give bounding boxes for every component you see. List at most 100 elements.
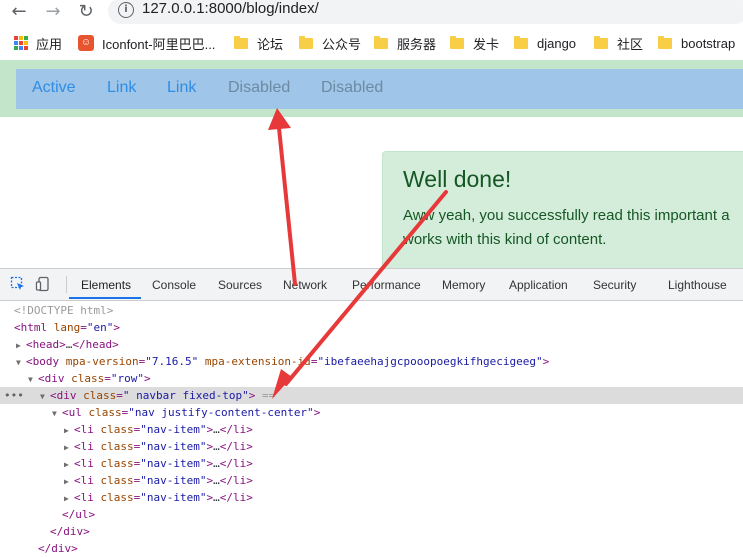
tab-lighthouse[interactable]: Lighthouse xyxy=(668,278,727,292)
bookmark-label: bootstrap xyxy=(681,35,736,51)
expand-triangle-icon[interactable]: ▶ xyxy=(16,337,26,354)
nav-item-link-1[interactable]: Link xyxy=(107,79,136,97)
dom-node-doctype[interactable]: <!DOCTYPE html> xyxy=(0,302,743,319)
bookmark-faka[interactable]: 发卡 xyxy=(450,34,499,52)
attr-value: "nav-item" xyxy=(140,474,207,487)
bookmark-gongzhonghao[interactable]: 公众号 xyxy=(299,34,361,52)
tag-end: </ul> xyxy=(62,508,96,521)
attr-name: class xyxy=(100,423,134,436)
dom-node-li[interactable]: ▶ <li class="nav-item">…</li> xyxy=(0,421,743,438)
dom-node-div-close[interactable]: </div> xyxy=(0,540,743,557)
bookmark-apps[interactable]: 应用 xyxy=(14,34,62,52)
nav-item-active[interactable]: Active xyxy=(32,79,76,97)
url-text[interactable]: 127.0.0.1:8000/blog/index/ xyxy=(142,0,319,17)
collapsed-ellipsis: … xyxy=(213,457,220,470)
dom-node-li[interactable]: ▶ <li class="nav-item">…</li> xyxy=(0,489,743,506)
dom-node-html[interactable]: <html lang="en"> xyxy=(0,319,743,336)
alert-text-line-1: Aww yeah, you successfully read this imp… xyxy=(403,207,730,224)
url-field[interactable]: i 127.0.0.1:8000/blog/index/ xyxy=(108,0,743,24)
dom-node-div-navbar[interactable]: ••• ▼ <div class=" navbar fixed-top"> == xyxy=(0,387,743,404)
dom-node-li[interactable]: ▶ <li class="nav-item">…</li> xyxy=(0,455,743,472)
expand-triangle-icon[interactable]: ▶ xyxy=(64,456,74,473)
collapse-triangle-icon[interactable]: ▼ xyxy=(52,405,62,422)
tab-performance[interactable]: Performance xyxy=(352,278,421,292)
tab-console[interactable]: Console xyxy=(152,278,196,292)
tag-close: > xyxy=(313,406,321,419)
back-icon[interactable]: ← xyxy=(8,1,30,23)
tab-memory[interactable]: Memory xyxy=(442,278,485,292)
attr-name: class xyxy=(83,389,117,402)
attr-name: class xyxy=(71,372,105,385)
tab-security[interactable]: Security xyxy=(593,278,636,292)
tag-name: <ul xyxy=(62,406,82,419)
nav-item-link-2[interactable]: Link xyxy=(167,79,196,97)
expand-triangle-icon[interactable]: ▶ xyxy=(64,439,74,456)
bookmark-bootstrap[interactable]: bootstrap xyxy=(658,34,735,52)
folder-icon xyxy=(299,35,313,49)
bookmark-luntan[interactable]: 论坛 xyxy=(234,34,283,52)
tag-name: <div xyxy=(38,372,65,385)
folder-icon xyxy=(658,35,672,49)
attr-name: class xyxy=(88,406,122,419)
tag-end: </div> xyxy=(50,525,90,538)
bookmark-iconfont[interactable]: ☺ Iconfont-阿里巴巴... xyxy=(78,34,215,52)
dom-node-div-row[interactable]: ▼ <div class="row"> xyxy=(0,370,743,387)
collapse-triangle-icon[interactable]: ▼ xyxy=(28,371,38,388)
dom-node-body[interactable]: ▼ <body mpa-version="7.16.5" mpa-extensio… xyxy=(0,353,743,370)
tag-end: </li> xyxy=(219,491,253,504)
inspect-element-icon[interactable] xyxy=(10,276,26,292)
tab-network[interactable]: Network xyxy=(283,278,327,292)
bookmark-shequ[interactable]: 社区 xyxy=(594,34,643,52)
reload-icon[interactable]: ↻ xyxy=(75,1,97,23)
dom-node-ul-close[interactable]: </ul> xyxy=(0,506,743,523)
expand-triangle-icon[interactable]: ▶ xyxy=(64,490,74,507)
dom-node-div-close[interactable]: </div> xyxy=(0,523,743,540)
tag-close: > xyxy=(144,372,151,385)
tab-application[interactable]: Application xyxy=(509,278,568,292)
collapse-triangle-icon[interactable]: ▼ xyxy=(16,354,26,371)
attr-value: "nav-item" xyxy=(140,440,207,453)
bookmarks-bar: 应用 ☺ Iconfont-阿里巴巴... 论坛 公众号 服务器 发卡 djan… xyxy=(0,26,743,60)
site-info-icon[interactable]: i xyxy=(118,2,134,18)
dom-node-head[interactable]: ▶ <head>…</head> xyxy=(0,336,743,353)
attr-name: mpa-version xyxy=(65,355,139,368)
bookmark-label: 论坛 xyxy=(257,36,284,52)
tag-name: <div xyxy=(50,389,77,402)
folder-icon xyxy=(450,35,464,49)
tab-elements[interactable]: Elements xyxy=(81,278,131,292)
bookmark-label: 应用 xyxy=(36,36,63,52)
tag-end: </li> xyxy=(219,423,253,436)
dom-node-ul[interactable]: ▼ <ul class="nav justify-content-center"> xyxy=(0,404,743,421)
bookmark-django[interactable]: django xyxy=(514,34,576,52)
apps-grid-icon xyxy=(14,36,28,50)
bookmark-label: django xyxy=(537,35,577,51)
dom-node-li[interactable]: ▶ <li class="nav-item">…</li> xyxy=(0,438,743,455)
attr-name: class xyxy=(100,440,134,453)
device-toolbar-icon[interactable] xyxy=(35,276,51,292)
tag-close: > xyxy=(248,389,256,402)
collapsed-ellipsis: … xyxy=(213,440,220,453)
folder-icon xyxy=(594,35,608,49)
more-options-icon[interactable]: ••• xyxy=(4,387,24,404)
tag-close: > xyxy=(113,321,120,334)
tab-sources[interactable]: Sources xyxy=(218,278,262,292)
success-alert: Well done! Aww yeah, you successfully re… xyxy=(382,151,743,271)
nav-item-disabled-1: Disabled xyxy=(228,79,291,96)
nav-item-disabled-2: Disabled xyxy=(321,79,384,96)
collapse-triangle-icon[interactable]: ▼ xyxy=(40,388,50,405)
folder-icon xyxy=(374,35,388,49)
expand-triangle-icon[interactable]: ▶ xyxy=(64,422,74,439)
dom-tree: <!DOCTYPE html> <html lang="en"> ▶ <head>… xyxy=(0,300,743,555)
attr-value: "nav-item" xyxy=(140,491,207,504)
expand-triangle-icon[interactable]: ▶ xyxy=(64,473,74,490)
devtools-panel: Elements Console Sources Network Perform… xyxy=(0,268,743,555)
tag-close: > xyxy=(542,355,550,368)
collapsed-ellipsis: … xyxy=(213,474,220,487)
forward-icon[interactable]: → xyxy=(42,1,64,23)
dom-node-li[interactable]: ▶ <li class="nav-item">…</li> xyxy=(0,472,743,489)
bookmark-fuwuqi[interactable]: 服务器 xyxy=(374,34,436,52)
tag-name: <html xyxy=(14,321,48,334)
tag-name: <head> xyxy=(26,338,66,351)
collapsed-ellipsis: … xyxy=(213,491,220,504)
tag-end: </div> xyxy=(38,542,78,555)
